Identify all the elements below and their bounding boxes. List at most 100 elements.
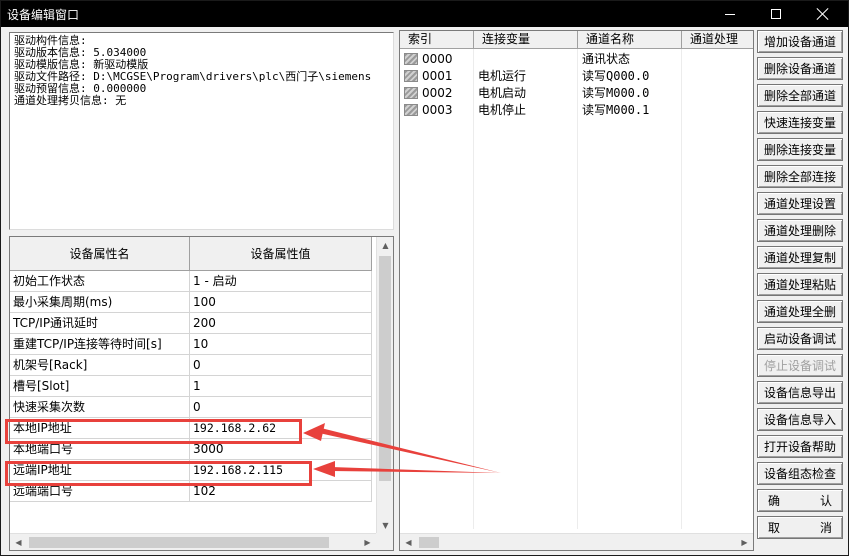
channel-row[interactable]: 0001 电机运行 读写Q000.0: [400, 68, 682, 85]
property-name: 槽号[Slot]: [10, 376, 190, 397]
add-device-channel-button[interactable]: 增加设备通道: [757, 30, 843, 53]
channel-process-settings-button[interactable]: 通道处理设置: [757, 192, 843, 215]
scroll-left-arrow-icon[interactable]: ◀: [400, 534, 417, 550]
channel-name: 通讯状态: [578, 51, 682, 68]
property-row[interactable]: 槽号[Slot] 1: [10, 376, 372, 397]
property-name: TCP/IP通讯延时: [10, 313, 190, 334]
property-name: 最小采集周期(ms): [10, 292, 190, 313]
channel-index: 0001: [400, 68, 474, 85]
property-name: 重建TCP/IP连接等待时间[s]: [10, 334, 190, 355]
device-edit-window: 设备编辑窗口 驱动构件信息: 驱动版本信息: 5.034000 驱动模版信息: …: [0, 0, 849, 556]
property-value[interactable]: 1: [190, 376, 372, 397]
property-row[interactable]: 重建TCP/IP连接等待时间[s] 10: [10, 334, 372, 355]
property-grid-vertical-scrollbar[interactable]: ▲ ▼: [376, 237, 393, 534]
channel-process-copy-button[interactable]: 通道处理复制: [757, 246, 843, 269]
property-name: 快速采集次数: [10, 397, 190, 418]
minimize-button[interactable]: [707, 1, 753, 27]
property-grid-header: 设备属性名 设备属性值: [10, 237, 372, 271]
close-button[interactable]: [800, 1, 846, 27]
cancel-button[interactable]: 取 消: [757, 516, 843, 539]
channel-row-icon: [404, 70, 418, 82]
channel-row-icon: [404, 53, 418, 65]
channel-row-icon: [404, 104, 418, 116]
scroll-thumb[interactable]: [29, 537, 329, 548]
property-value[interactable]: 10: [190, 334, 372, 355]
confirm-label-right: 认: [819, 494, 832, 508]
header-link-variable[interactable]: 连接变量: [474, 31, 578, 49]
channel-list-horizontal-scrollbar[interactable]: ◀ ▶: [400, 533, 753, 550]
maximize-icon: [771, 9, 781, 19]
channel-name: 读写M000.1: [578, 102, 682, 119]
confirm-button[interactable]: 确 认: [757, 489, 843, 512]
channel-row[interactable]: 0000 通讯状态: [400, 51, 682, 68]
channel-process-delete-button[interactable]: 通道处理删除: [757, 219, 843, 242]
highlight-local-ip: [5, 419, 302, 444]
property-row[interactable]: TCP/IP通讯延时 200: [10, 313, 372, 334]
driver-info-textbox[interactable]: 驱动构件信息: 驱动版本信息: 5.034000 驱动模版信息: 新驱动模版 驱…: [9, 32, 394, 230]
channel-list-header: 索引 连接变量 通道名称 通道处理: [400, 31, 753, 49]
channel-index-text: 0001: [422, 69, 453, 83]
property-row[interactable]: 最小采集周期(ms) 100: [10, 292, 372, 313]
property-row[interactable]: 机架号[Rack] 0: [10, 355, 372, 376]
channel-index: 0002: [400, 85, 474, 102]
property-row[interactable]: 初始工作状态 1 - 启动: [10, 271, 372, 292]
header-index[interactable]: 索引: [400, 31, 474, 49]
start-device-debug-button[interactable]: 启动设备调试: [757, 327, 843, 350]
import-device-info-button[interactable]: 设备信息导入: [757, 408, 843, 431]
header-property-name[interactable]: 设备属性名: [10, 237, 190, 271]
maximize-button[interactable]: [753, 1, 799, 27]
cancel-label-left: 取: [768, 521, 781, 535]
channel-process-delete-all-button[interactable]: 通道处理全删: [757, 300, 843, 323]
channel-name: 读写Q000.0: [578, 68, 682, 85]
channel-index-text: 0000: [422, 52, 453, 66]
stop-device-debug-button[interactable]: 停止设备调试: [757, 354, 843, 377]
scroll-right-arrow-icon[interactable]: ▶: [736, 534, 753, 550]
property-row[interactable]: 快速采集次数 0: [10, 397, 372, 418]
confirm-label-left: 确: [768, 494, 781, 508]
delete-all-channels-button[interactable]: 删除全部通道: [757, 84, 843, 107]
scrollbar-corner: [376, 533, 393, 550]
scroll-down-arrow-icon[interactable]: ▼: [377, 517, 393, 534]
close-icon: [817, 8, 829, 20]
header-channel-name[interactable]: 通道名称: [578, 31, 682, 49]
scroll-right-arrow-icon[interactable]: ▶: [359, 534, 376, 550]
channel-variable: [474, 51, 578, 68]
export-device-info-button[interactable]: 设备信息导出: [757, 381, 843, 404]
channel-index-text: 0003: [422, 103, 453, 117]
delete-all-links-button[interactable]: 删除全部连接: [757, 165, 843, 188]
property-value[interactable]: 0: [190, 355, 372, 376]
property-value[interactable]: 1 - 启动: [190, 271, 372, 292]
column-divider: [473, 49, 474, 529]
delete-link-variable-button[interactable]: 删除连接变量: [757, 138, 843, 161]
property-value[interactable]: 200: [190, 313, 372, 334]
delete-device-channel-button[interactable]: 删除设备通道: [757, 57, 843, 80]
title-bar: 设备编辑窗口: [1, 1, 848, 27]
column-divider: [577, 49, 578, 529]
device-property-grid: 设备属性名 设备属性值 初始工作状态 1 - 启动 最小采集周期(ms) 100…: [9, 236, 394, 551]
column-divider: [681, 49, 682, 529]
quick-link-variable-button[interactable]: 快速连接变量: [757, 111, 843, 134]
property-name: 初始工作状态: [10, 271, 190, 292]
open-device-help-button[interactable]: 打开设备帮助: [757, 435, 843, 458]
scroll-thumb[interactable]: [419, 537, 439, 548]
channel-row[interactable]: 0002 电机启动 读写M000.0: [400, 85, 682, 102]
property-value[interactable]: 0: [190, 397, 372, 418]
channel-index: 0000: [400, 51, 474, 68]
scroll-up-arrow-icon[interactable]: ▲: [377, 237, 393, 254]
channel-row-icon: [404, 87, 418, 99]
header-property-value[interactable]: 设备属性值: [190, 237, 372, 271]
property-name: 机架号[Rack]: [10, 355, 190, 376]
scroll-thumb[interactable]: [379, 256, 391, 481]
property-grid-horizontal-scrollbar[interactable]: ◀ ▶: [10, 533, 376, 550]
channel-list: 索引 连接变量 通道名称 通道处理 0000 通讯状态 0001 电机运行 读写…: [399, 30, 754, 551]
channel-variable: 电机运行: [474, 68, 578, 85]
device-config-check-button[interactable]: 设备组态检查: [757, 462, 843, 485]
header-channel-process[interactable]: 通道处理: [682, 31, 753, 49]
channel-process-paste-button[interactable]: 通道处理粘贴: [757, 273, 843, 296]
channel-row[interactable]: 0003 电机停止 读写M000.1: [400, 102, 682, 119]
channel-name: 读写M000.0: [578, 85, 682, 102]
highlight-remote-ip: [5, 461, 312, 486]
property-value[interactable]: 100: [190, 292, 372, 313]
scroll-left-arrow-icon[interactable]: ◀: [10, 534, 27, 550]
channel-variable: 电机停止: [474, 102, 578, 119]
